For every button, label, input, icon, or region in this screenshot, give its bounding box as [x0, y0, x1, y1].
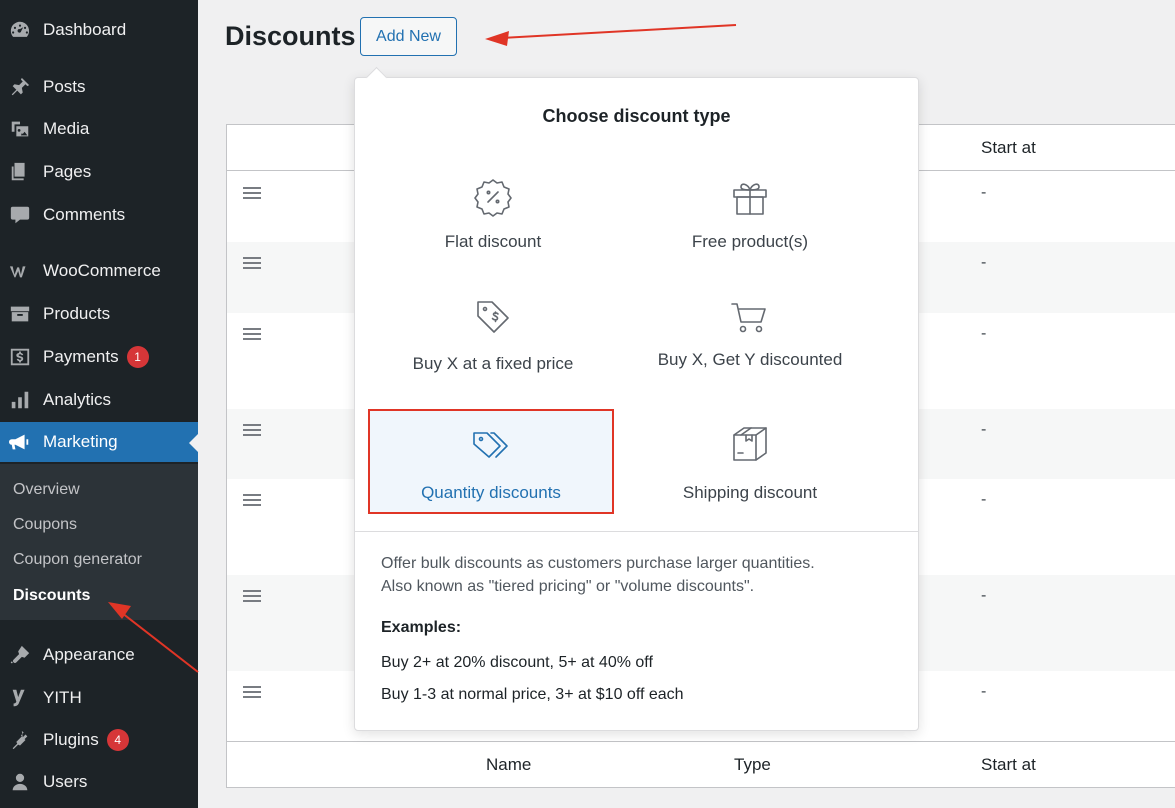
submenu-item-discounts[interactable]: Discounts [13, 587, 90, 605]
marketing-submenu: Overview Coupons Coupon generator Discou… [0, 464, 198, 620]
sidebar-item-label: WooCommerce [43, 261, 161, 280]
sidebar-item-woocommerce[interactable]: WooCommerce [0, 251, 198, 291]
sidebar-item-label: Users [43, 772, 88, 791]
paintbrush-icon [8, 643, 32, 667]
start-at-cell: - [981, 491, 987, 508]
sidebar-item-products[interactable]: Products [0, 294, 198, 334]
sidebar-item-label: Plugins [43, 730, 99, 749]
option-flat-discount[interactable]: Flat discount [370, 176, 616, 266]
option-buy-x-get-y[interactable]: Buy X, Get Y discounted [627, 296, 873, 386]
option-label: Flat discount [444, 232, 542, 251]
gift-icon [729, 176, 771, 218]
percent-badge-icon [472, 176, 514, 218]
megaphone-icon [8, 430, 32, 454]
sidebar-item-yith[interactable]: YITH [0, 678, 198, 718]
option-buy-x-fixed-price[interactable]: Buy X at a fixed price [370, 296, 616, 386]
popover-divider [355, 531, 918, 532]
option-label: Shipping discount [682, 483, 818, 502]
start-at-cell: - [981, 683, 987, 700]
drag-handle-icon[interactable] [243, 257, 261, 271]
drag-handle-icon[interactable] [243, 187, 261, 201]
page-title: Discounts [225, 21, 356, 51]
sidebar-item-label: Posts [43, 77, 86, 96]
sidebar-item-media[interactable]: Media [0, 109, 198, 149]
start-at-cell: - [981, 421, 987, 438]
option-description: Offer bulk discounts as customers purcha… [381, 552, 901, 598]
comment-icon [8, 203, 32, 227]
sidebar-item-label: Marketing [43, 432, 118, 451]
example-line: Buy 2+ at 20% discount, 5+ at 40% off [381, 654, 653, 671]
arrow-to-add-new [485, 24, 737, 46]
start-at-cell: - [981, 325, 987, 342]
sidebar-item-marketing[interactable]: Marketing [0, 422, 198, 462]
table-footer: Name Type Start at [227, 741, 1175, 787]
sidebar-item-dashboard[interactable]: Dashboard [0, 10, 198, 50]
price-tag-dollar-icon [472, 296, 514, 338]
notification-badge: 4 [106, 729, 129, 751]
sidebar-item-plugins[interactable]: Plugins 4 [0, 720, 198, 760]
examples-heading: Examples: [381, 619, 462, 636]
sidebar-item-label: Pages [43, 162, 92, 181]
option-label: Buy X at a fixed price [412, 354, 574, 373]
dashboard-icon [8, 18, 32, 42]
pages-icon [8, 160, 32, 184]
sidebar-item-label: Products [43, 304, 111, 323]
drag-handle-icon[interactable] [243, 328, 261, 342]
sidebar-item-payments[interactable]: Payments 1 [0, 337, 198, 377]
description-line: Also known as "tiered pricing" or "volum… [381, 578, 755, 595]
user-icon [8, 770, 32, 794]
start-at-cell: - [981, 254, 987, 271]
sidebar-item-label: Dashboard [43, 20, 127, 39]
admin-sidebar: Dashboard Posts Media Pages Comments Woo… [0, 0, 198, 808]
option-label: Free product(s) [691, 232, 809, 251]
plug-icon [8, 728, 32, 752]
sidebar-item-analytics[interactable]: Analytics [0, 380, 198, 420]
popover-title: Choose discount type [542, 106, 731, 126]
column-footer-name[interactable]: Name [486, 755, 531, 775]
discount-type-popover: Choose discount type Flat discount Free … [354, 77, 919, 731]
option-shipping-discount[interactable]: Shipping discount [627, 423, 873, 513]
sidebar-item-label: YITH [43, 688, 82, 707]
example-line: Buy 1-3 at normal price, 3+ at $10 off e… [381, 686, 684, 703]
drag-handle-icon[interactable] [243, 424, 261, 438]
drag-handle-icon[interactable] [243, 494, 261, 508]
sidebar-item-appearance[interactable]: Appearance [0, 635, 198, 675]
submenu-item-coupon-generator[interactable]: Coupon generator [13, 551, 142, 569]
add-new-button[interactable]: Add New [360, 17, 457, 56]
option-label: Buy X, Get Y discounted [657, 350, 843, 369]
submenu-item-overview[interactable]: Overview [13, 481, 80, 499]
drag-handle-icon[interactable] [243, 590, 261, 604]
bar-chart-icon [8, 388, 32, 412]
drag-handle-icon[interactable] [243, 686, 261, 700]
column-footer-type[interactable]: Type [734, 755, 771, 775]
tags-icon [470, 425, 512, 467]
sidebar-item-pages[interactable]: Pages [0, 152, 198, 192]
box-icon [729, 423, 771, 465]
sidebar-item-label: Payments [43, 347, 119, 366]
description-line: Offer bulk discounts as customers purcha… [381, 555, 815, 572]
notification-badge: 1 [126, 346, 149, 368]
column-header-start-at[interactable]: Start at [981, 138, 1036, 158]
option-label: Quantity discounts [421, 483, 561, 502]
sidebar-item-label: Analytics [43, 390, 112, 409]
media-icon [8, 117, 32, 141]
start-at-cell: - [981, 184, 987, 201]
option-quantity-discounts[interactable]: Quantity discounts [368, 409, 614, 514]
start-at-cell: - [981, 587, 987, 604]
option-free-products[interactable]: Free product(s) [627, 176, 873, 266]
sidebar-item-label: Media [43, 119, 90, 138]
pushpin-icon [8, 75, 32, 99]
sidebar-item-label: Appearance [43, 645, 135, 664]
archive-icon [8, 302, 32, 326]
column-footer-start-at[interactable]: Start at [981, 755, 1036, 775]
sidebar-item-label: Comments [43, 205, 126, 224]
sidebar-item-users[interactable]: Users [0, 762, 198, 802]
shopping-cart-icon [729, 296, 771, 338]
dollar-icon [8, 345, 32, 369]
sidebar-item-posts[interactable]: Posts [0, 67, 198, 107]
woocommerce-icon [8, 259, 32, 283]
yith-icon [8, 686, 32, 710]
submenu-item-coupons[interactable]: Coupons [13, 516, 77, 534]
sidebar-item-comments[interactable]: Comments [0, 195, 198, 235]
